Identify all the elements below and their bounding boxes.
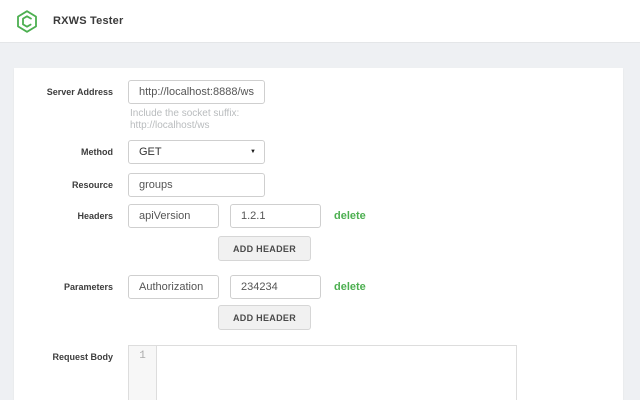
delete-header-link[interactable]: delete: [334, 204, 366, 228]
server-address-row: Server Address: [14, 80, 265, 104]
add-header-button[interactable]: ADD HEADER: [218, 236, 311, 261]
page-title: RXWS Tester: [53, 15, 124, 27]
request-body-label: Request Body: [52, 352, 113, 362]
parameters-row: Parameters delete: [14, 275, 366, 299]
help-line-1: Include the socket suffix:: [130, 108, 240, 119]
header-value-input[interactable]: [230, 204, 321, 228]
resource-row: Resource: [14, 173, 265, 197]
method-label: Method: [81, 147, 113, 157]
headers-row: Headers delete: [14, 204, 366, 228]
line-number: 1: [139, 350, 146, 362]
parameters-label: Parameters: [63, 282, 113, 292]
server-address-label: Server Address: [46, 87, 113, 97]
parameter-value-input[interactable]: [230, 275, 321, 299]
server-address-help: Include the socket suffix: http://localh…: [130, 108, 239, 132]
server-address-input[interactable]: [128, 80, 265, 104]
method-select[interactable]: GET: [128, 140, 265, 164]
parameter-key-input[interactable]: [128, 275, 219, 299]
header-key-input[interactable]: [128, 204, 219, 228]
add-parameter-button[interactable]: ADD HEADER: [218, 305, 311, 330]
delete-parameter-link[interactable]: delete: [334, 275, 366, 299]
resource-input[interactable]: [128, 173, 265, 197]
request-body-textarea[interactable]: [157, 346, 516, 400]
editor-gutter: 1: [129, 346, 157, 400]
method-row: Method GET ▼: [14, 140, 265, 164]
main-card: Server Address Include the socket suffix…: [14, 68, 623, 400]
headers-label: Headers: [77, 211, 113, 221]
app-header: RXWS Tester: [0, 0, 640, 43]
request-body-row: Request Body: [14, 345, 113, 363]
help-line-2: http://localhost/ws: [130, 120, 210, 131]
resource-label: Resource: [71, 180, 113, 190]
method-select-wrap: GET ▼: [128, 140, 265, 164]
request-body-editor: 1: [128, 345, 517, 400]
rxws-logo-icon: [17, 9, 37, 33]
